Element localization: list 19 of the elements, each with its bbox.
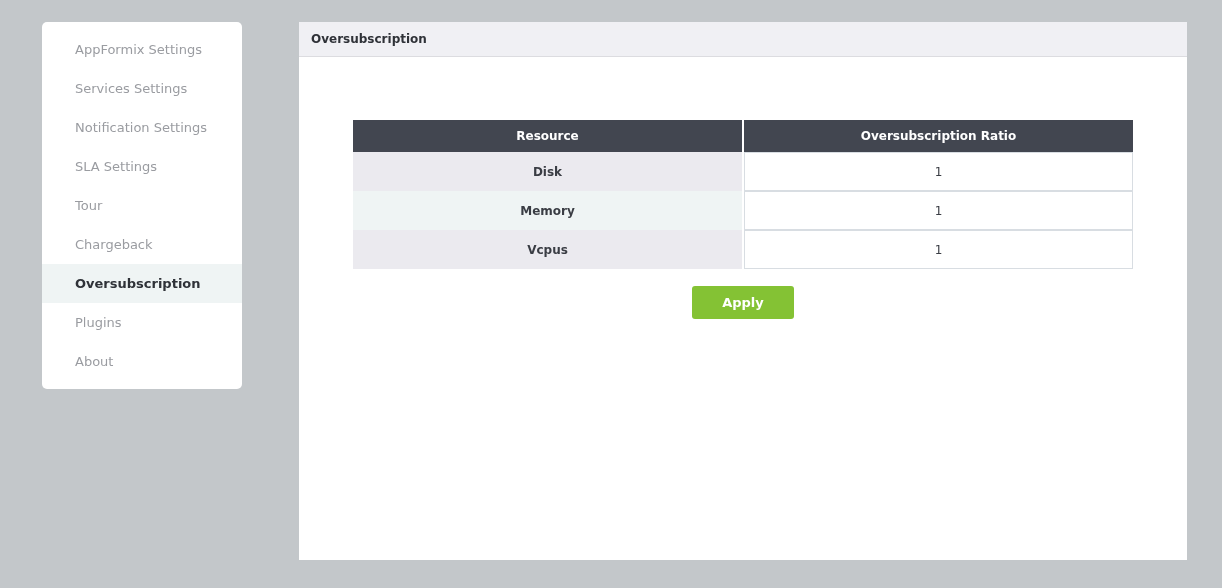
sidebar-item[interactable]: About [42,342,242,381]
column-header: Resource [353,120,743,152]
column-header: Oversubscription Ratio [743,120,1133,152]
apply-button[interactable]: Apply [692,286,794,319]
sidebar-item[interactable]: Chargeback [42,225,242,264]
sidebar-item[interactable]: Notification Settings [42,108,242,147]
sidebar-item[interactable]: AppFormix Settings [42,30,242,69]
sidebar-item[interactable]: Oversubscription [42,264,242,303]
ratio-input[interactable]: 1 [744,230,1133,269]
table-cell: Disk [353,152,743,191]
sidebar-item[interactable]: Plugins [42,303,242,342]
ratio-input[interactable]: 1 [744,191,1133,230]
sidebar-item[interactable]: Services Settings [42,69,242,108]
sidebar-item[interactable]: SLA Settings [42,147,242,186]
table-cell: Vcpus [353,230,743,269]
ratio-input[interactable]: 1 [744,152,1133,191]
sidebar-item[interactable]: Tour [42,186,242,225]
panel-title: Oversubscription [311,31,427,48]
table-cell: Memory [353,191,743,230]
